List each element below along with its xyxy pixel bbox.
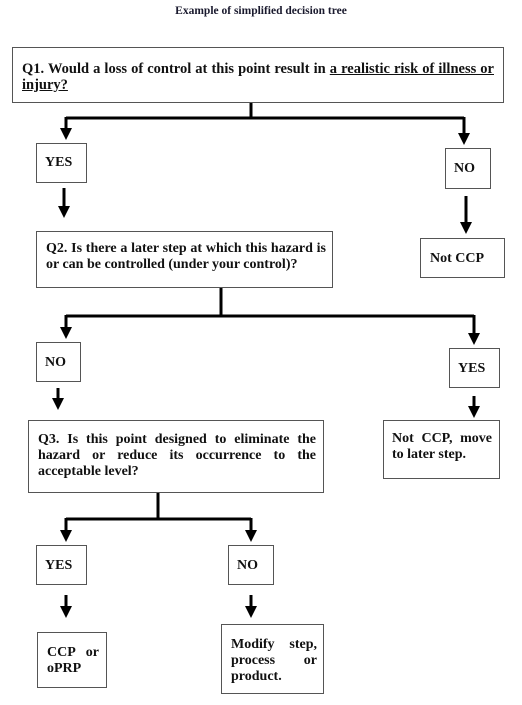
q2-no-label: NO [45, 355, 66, 370]
q1-question-text: Q1. Would a loss of control at this poin… [22, 61, 330, 77]
ccp-oprp-box: CCP or oPRP [37, 632, 107, 688]
q2-box: Q2. Is there a later step at which this … [36, 231, 333, 288]
ccp-oprp-text: CCP or oPRP [47, 645, 99, 676]
q1-yes-box: YES [36, 143, 87, 183]
q1-box: Q1. Would a loss of control at this poin… [12, 47, 504, 103]
q2-question-text: Q2. Is there a later step at which this … [46, 241, 326, 272]
not-ccp-box: Not CCP [420, 238, 505, 278]
not-ccp-move-text: Not CCP, move to later step. [392, 431, 492, 462]
not-ccp-label: Not CCP [430, 251, 485, 266]
q2-yes-box: YES [449, 348, 500, 388]
q3-yes-box: YES [36, 545, 87, 585]
modify-box: Modify step, process or product. [221, 624, 324, 694]
q2-no-box: NO [36, 342, 81, 382]
q3-box: Q3. Is this point designed to eliminate … [28, 420, 324, 493]
q3-no-box: NO [228, 545, 274, 585]
q3-question-text: Q3. Is this point designed to eliminate … [38, 432, 316, 479]
q3-no-label: NO [237, 558, 258, 573]
q2-yes-label: YES [458, 361, 486, 376]
q3-yes-label: YES [45, 558, 73, 573]
q1-no-label: NO [454, 161, 475, 176]
q1-yes-label: YES [45, 155, 73, 170]
modify-text: Modify step, process or product. [231, 637, 317, 684]
q1-no-box: NO [445, 148, 491, 189]
not-ccp-move-box: Not CCP, move to later step. [383, 420, 500, 479]
